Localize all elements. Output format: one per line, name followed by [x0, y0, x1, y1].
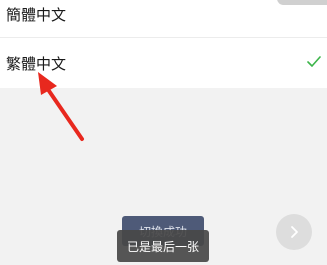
language-option-traditional[interactable]: 繁體中文: [0, 38, 327, 88]
next-button[interactable]: [276, 214, 312, 250]
toggle-handle: [277, 0, 327, 5]
language-option-label: 繁體中文: [6, 54, 67, 73]
language-option-label: 簡體中文: [6, 6, 67, 24]
language-option-simplified[interactable]: 簡體中文: [0, 0, 327, 37]
check-icon: [307, 56, 321, 67]
toast-text: 已是最后一张: [126, 239, 199, 254]
last-page-toast: 已是最后一张: [117, 230, 209, 262]
language-settings-screen: 簡體中文 繁體中文 切換成功 已是最后一张: [0, 0, 327, 265]
chevron-right-icon: [291, 226, 298, 238]
language-list: 簡體中文 繁體中文: [0, 0, 327, 88]
